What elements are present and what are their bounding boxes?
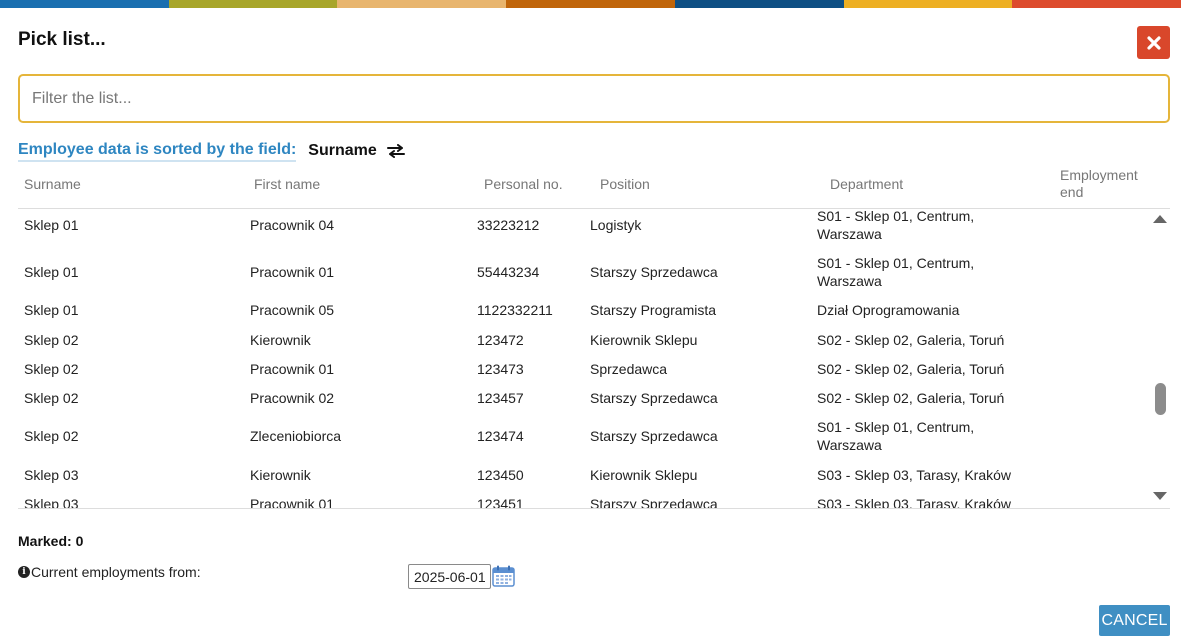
current-employments-label: Current employments from: (31, 564, 201, 580)
cell-first-name: Pracownik 04 (250, 217, 335, 233)
stripe-segment (337, 0, 507, 8)
column-header-surname[interactable]: Surname (24, 176, 81, 193)
scroll-down-arrow[interactable] (1153, 492, 1167, 500)
table-row[interactable]: Sklep 02 Pracownik 02 123457 Starszy Sprzed… (18, 378, 1152, 418)
cell-department: S02 - Sklep 02, Galeria, Toruń (817, 361, 1005, 377)
table-row[interactable]: Sklep 03 Pracownik 01 123451 Starszy Sprzed… (18, 484, 1152, 508)
cell-personal-no: 55443234 (477, 264, 540, 280)
cell-surname: Sklep 03 (24, 496, 79, 508)
column-header-personal-no[interactable]: Personal no. (484, 176, 563, 193)
cell-surname: Sklep 02 (24, 361, 79, 377)
cell-first-name: Kierownik (250, 467, 311, 483)
cell-department: S03 - Sklep 03, Tarasy, Kraków (817, 496, 1012, 508)
scrollbar-thumb[interactable] (1155, 383, 1166, 415)
cell-position: Starszy Sprzedawca (590, 428, 718, 444)
table-row[interactable]: Sklep 01 Pracownik 01 55443234 Starszy Sprz… (18, 252, 1152, 292)
cell-position: Logistyk (590, 217, 642, 233)
cell-first-name: Zleceniobiorca (250, 428, 342, 444)
stripe-segment (506, 0, 675, 8)
column-header-position[interactable]: Position (600, 176, 650, 193)
cell-department: Dział Oprogramowania (817, 302, 960, 318)
cell-surname: Sklep 01 (24, 264, 79, 280)
table-row[interactable]: Sklep 01 Pracownik 04 33223212 Logistyk S01 … (18, 210, 1152, 245)
cell-first-name: Pracownik 05 (250, 302, 335, 318)
marked-value: 0 (75, 533, 84, 549)
cancel-button[interactable]: CANCEL (1099, 605, 1170, 636)
cell-department: S01 - Sklep 01, Centrum, Warszawa (817, 255, 975, 289)
sort-indicator: Employee data is sorted by the field: Su… (18, 139, 405, 163)
calendar-icon[interactable] (492, 565, 515, 592)
color-stripe (0, 0, 1181, 8)
cell-position: Starszy Sprzedawca (590, 496, 718, 508)
swap-arrows-icon[interactable] (386, 144, 405, 158)
cell-personal-no: 123473 (477, 361, 524, 377)
sort-label[interactable]: Employee data is sorted by the field: (18, 141, 297, 162)
close-icon (1146, 35, 1161, 50)
stripe-segment (168, 0, 338, 8)
stripe-segment (0, 0, 169, 8)
marked-label: Marked: (18, 533, 72, 549)
current-employments: i Current employments from: (18, 564, 201, 580)
cell-personal-no: 123472 (477, 332, 524, 348)
close-button[interactable] (1137, 26, 1170, 59)
cell-surname: Sklep 02 (24, 332, 79, 348)
stripe-segment (674, 0, 844, 8)
cell-position: Sprzedawca (590, 361, 668, 377)
table-header: Surname First name Personal no. Position… (18, 163, 1170, 209)
table-bottom-border (18, 508, 1170, 509)
cell-department: S02 - Sklep 02, Galeria, Toruń (817, 390, 1005, 406)
filter-input[interactable] (18, 74, 1170, 123)
cell-personal-no: 33223212 (477, 217, 540, 233)
cell-first-name: Pracownik 01 (250, 361, 335, 377)
cell-surname: Sklep 01 (24, 302, 79, 318)
info-icon: i (18, 566, 30, 578)
stripe-segment (1012, 0, 1181, 8)
column-header-employment-end[interactable]: Employment end (1060, 167, 1150, 201)
dialog-title: Pick list... (18, 29, 106, 50)
table-body: Sklep 01 Pracownik 04 33223212 Logistyk S01 … (18, 210, 1152, 508)
cell-surname: Sklep 03 (24, 467, 79, 483)
column-header-first-name[interactable]: First name (254, 176, 320, 193)
date-field[interactable] (408, 564, 491, 589)
cell-department: S01 - Sklep 01, Centrum, Warszawa (817, 210, 975, 242)
cell-surname: Sklep 02 (24, 390, 79, 406)
cell-first-name: Pracownik 01 (250, 264, 335, 280)
cell-surname: Sklep 01 (24, 217, 79, 233)
sort-field: Surname (308, 142, 377, 159)
cell-position: Kierownik Sklepu (590, 332, 698, 348)
cell-position: Kierownik Sklepu (590, 467, 698, 483)
cell-department: S01 - Sklep 01, Centrum, Warszawa (817, 419, 975, 453)
cell-position: Starszy Programista (590, 302, 717, 318)
cell-surname: Sklep 02 (24, 428, 79, 444)
cell-personal-no: 123450 (477, 467, 524, 483)
cell-department: S02 - Sklep 02, Galeria, Toruń (817, 332, 1005, 348)
cell-first-name: Pracownik 01 (250, 496, 335, 508)
cell-department: S03 - Sklep 03, Tarasy, Kraków (817, 467, 1012, 483)
column-header-department[interactable]: Department (830, 176, 903, 193)
cell-personal-no: 123474 (477, 428, 524, 444)
cell-first-name: Kierownik (250, 332, 311, 348)
cell-personal-no: 1122332211 (477, 302, 553, 318)
table-row[interactable]: Sklep 02 Zleceniobiorca 123474 Starszy Sprz… (18, 416, 1152, 456)
cell-position: Starszy Sprzedawca (590, 264, 718, 280)
stripe-segment (843, 0, 1013, 8)
cell-personal-no: 123457 (477, 390, 524, 406)
cell-position: Starszy Sprzedawca (590, 390, 718, 406)
cell-first-name: Pracownik 02 (250, 390, 335, 406)
marked-count: Marked: 0 (18, 533, 83, 549)
scroll-up-arrow[interactable] (1153, 215, 1167, 223)
cell-personal-no: 123451 (477, 496, 524, 508)
